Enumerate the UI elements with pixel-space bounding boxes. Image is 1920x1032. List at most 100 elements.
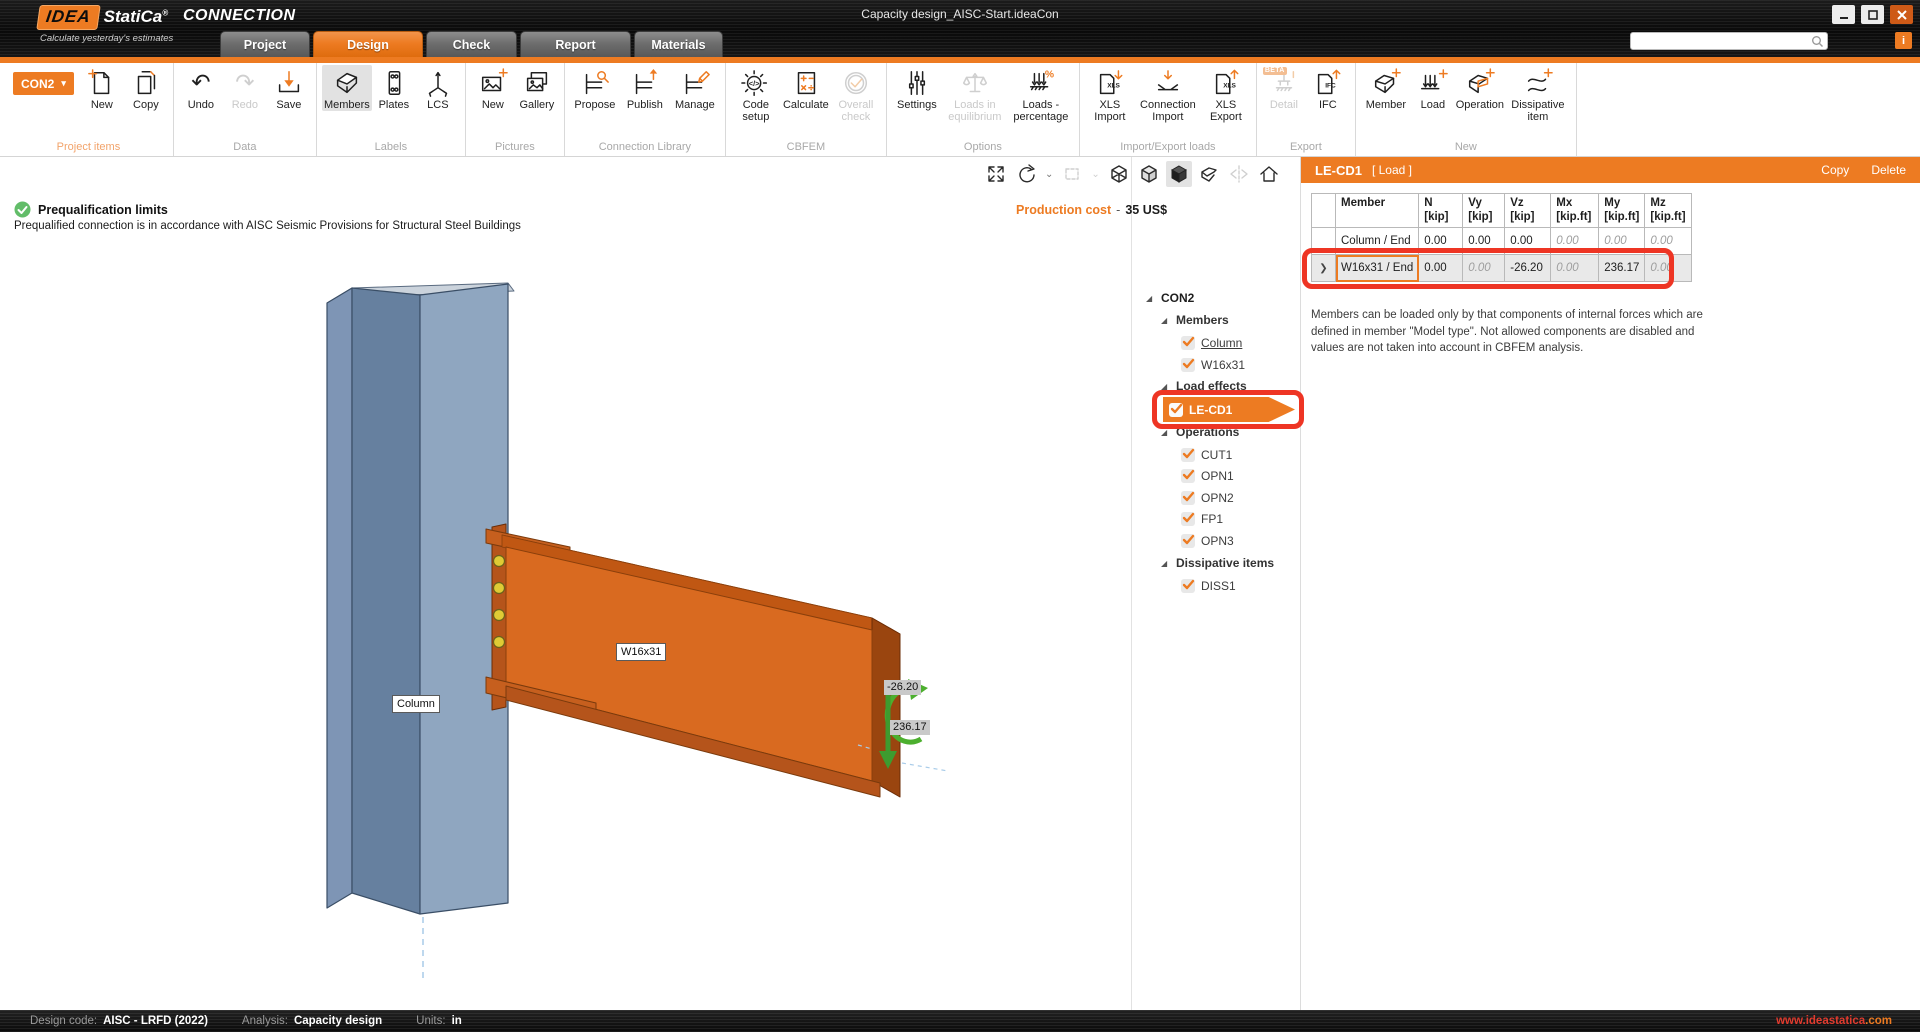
checkbox-checked-icon[interactable] [1181,491,1195,505]
copy-project-item-button[interactable]: Copy [124,65,168,111]
row-chevron-icon: ❯ [1312,255,1336,282]
chevron-down-icon: ▾ [61,78,66,89]
table-row[interactable]: Column / End 0.00 0.00 0.00 0.00 0.00 0.… [1312,228,1692,255]
xls-export-button[interactable]: XLS XLS Export [1201,65,1251,123]
plates-button[interactable]: Plates [372,65,416,111]
ribbon-group-new: Member Load Operation [1356,63,1577,156]
ribbon-group-options: Settings Loads in equilibrium % Loads - … [887,63,1080,156]
search-icon [1811,35,1824,48]
tree-expander-icon[interactable]: ◢ [1161,428,1170,437]
lcs-button[interactable]: LCS [416,65,460,111]
new-load-button[interactable]: Load [1411,65,1455,111]
minimize-button[interactable] [1832,5,1855,24]
tree-item-le-cd1-selected[interactable]: LE-CD1 [1163,397,1295,422]
overall-check-icon [841,68,871,98]
home-view-button[interactable] [1256,161,1282,187]
viewport-toolbar: ⌄ ⌄ [983,161,1282,187]
tree-item-dissipative-items[interactable]: ◢ Dissipative items [1161,553,1274,573]
save-button[interactable]: Save [267,65,311,111]
tree-item-load-effects[interactable]: ◢ Load effects [1161,376,1247,396]
zoom-fit-icon [985,163,1007,185]
member-prism-icon [332,68,362,98]
tab-check[interactable]: Check [426,31,517,57]
checkbox-checked-icon[interactable] [1181,336,1195,350]
new-picture-icon [478,68,508,98]
website-link[interactable]: www.ideastatica.com [1776,1015,1892,1027]
chevron-down-icon[interactable]: ⌄ [1045,169,1053,180]
ribbon-group-data: ↶ Undo ↷ Redo Save Data [174,63,317,156]
code-setup-button[interactable]: </> Code setup [731,65,781,123]
search-box[interactable] [1630,32,1828,50]
viewport-3d-scene[interactable] [0,157,1130,1010]
con2-dropdown[interactable]: CON2 ▾ [13,72,74,95]
units-value: in [452,1015,462,1027]
ribbon-tabs: Project Design Check Report Materials [220,31,723,57]
new-operation-icon [1465,68,1495,98]
tree-item-fp1[interactable]: FP1 [1181,509,1223,529]
tree-expander-icon[interactable]: ◢ [1161,316,1170,325]
tree-expander-icon[interactable]: ◢ [1161,382,1170,391]
checkbox-checked-icon[interactable] [1181,448,1195,462]
clip-view-icon [1198,163,1220,185]
wireframe-view-button[interactable] [1106,161,1132,187]
ifc-export-button[interactable]: IFC IFC [1306,65,1350,111]
connection-import-button[interactable]: Connection Import [1135,65,1201,123]
info-button[interactable]: i [1895,32,1912,49]
tree-item-operations[interactable]: ◢ Operations [1161,422,1239,442]
checkbox-checked-icon[interactable] [1181,534,1195,548]
tree-expander-icon[interactable]: ◢ [1161,559,1170,568]
new-operation-button[interactable]: Operation [1455,65,1505,111]
tab-materials[interactable]: Materials [634,31,723,57]
zoom-fit-button[interactable] [983,161,1009,187]
clip-view-button[interactable] [1196,161,1222,187]
manage-button[interactable]: Manage [670,65,720,111]
solid-view-button[interactable] [1166,161,1192,187]
rotate-view-button[interactable] [1013,161,1039,187]
tree-item-opn2[interactable]: OPN2 [1181,488,1234,508]
tree-item-con2[interactable]: ◢ CON2 [1146,288,1194,308]
tab-report[interactable]: Report [520,31,631,57]
checkbox-checked-icon[interactable] [1181,579,1195,593]
tab-project[interactable]: Project [220,31,310,57]
table-row-selected[interactable]: ❯ W16x31 / End 0.00 0.00 -26.20 0.00 236… [1312,255,1692,282]
tree-item-opn1[interactable]: OPN1 [1181,466,1234,486]
tree-item-members[interactable]: ◢ Members [1161,310,1229,330]
propose-button[interactable]: Propose [570,65,620,111]
publish-button[interactable]: Publish [620,65,670,111]
new-member-button[interactable]: Member [1361,65,1411,111]
loads-percentage-button[interactable]: % Loads - percentage [1008,65,1074,123]
new-project-item-button[interactable]: New [80,65,124,111]
maximize-button[interactable] [1861,5,1884,24]
publish-icon [630,68,660,98]
members-button[interactable]: Members [322,65,372,111]
checkbox-checked-icon[interactable] [1181,469,1195,483]
tree-item-cut1[interactable]: CUT1 [1181,445,1232,465]
section-select-button [1059,161,1085,187]
mirror-view-icon [1228,163,1250,185]
main-area: Prequalification limits Prequalified con… [0,157,1920,1010]
calculate-button[interactable]: Calculate [781,65,831,111]
close-button[interactable] [1890,5,1913,24]
new-dissipative-item-button[interactable]: Dissipative item [1505,65,1571,123]
tree-expander-icon[interactable]: ◢ [1146,294,1155,303]
tree-item-w16x31[interactable]: W16x31 [1181,355,1245,375]
copy-load-button[interactable]: Copy [1821,163,1849,177]
undo-button[interactable]: ↶ Undo [179,65,223,111]
settings-button[interactable]: Settings [892,65,942,111]
new-picture-button[interactable]: New [471,65,515,111]
tree-item-opn3[interactable]: OPN3 [1181,531,1234,551]
delete-load-button[interactable]: Delete [1871,163,1906,177]
load-info-note: Members can be loaded only by that compo… [1311,307,1711,357]
tree-item-column[interactable]: Column [1181,333,1242,353]
search-input[interactable] [1631,34,1811,48]
checkbox-checked-icon[interactable] [1181,358,1195,372]
gallery-button[interactable]: Gallery [515,65,559,111]
tab-design[interactable]: Design [313,31,423,57]
xls-import-button[interactable]: XLS XLS Import [1085,65,1135,123]
tree-item-diss1[interactable]: DISS1 [1181,576,1236,596]
transparent-view-button[interactable] [1136,161,1162,187]
checkbox-checked-icon[interactable] [1169,403,1183,417]
save-icon [274,68,304,98]
checkbox-checked-icon[interactable] [1181,512,1195,526]
column-3d [327,283,514,979]
